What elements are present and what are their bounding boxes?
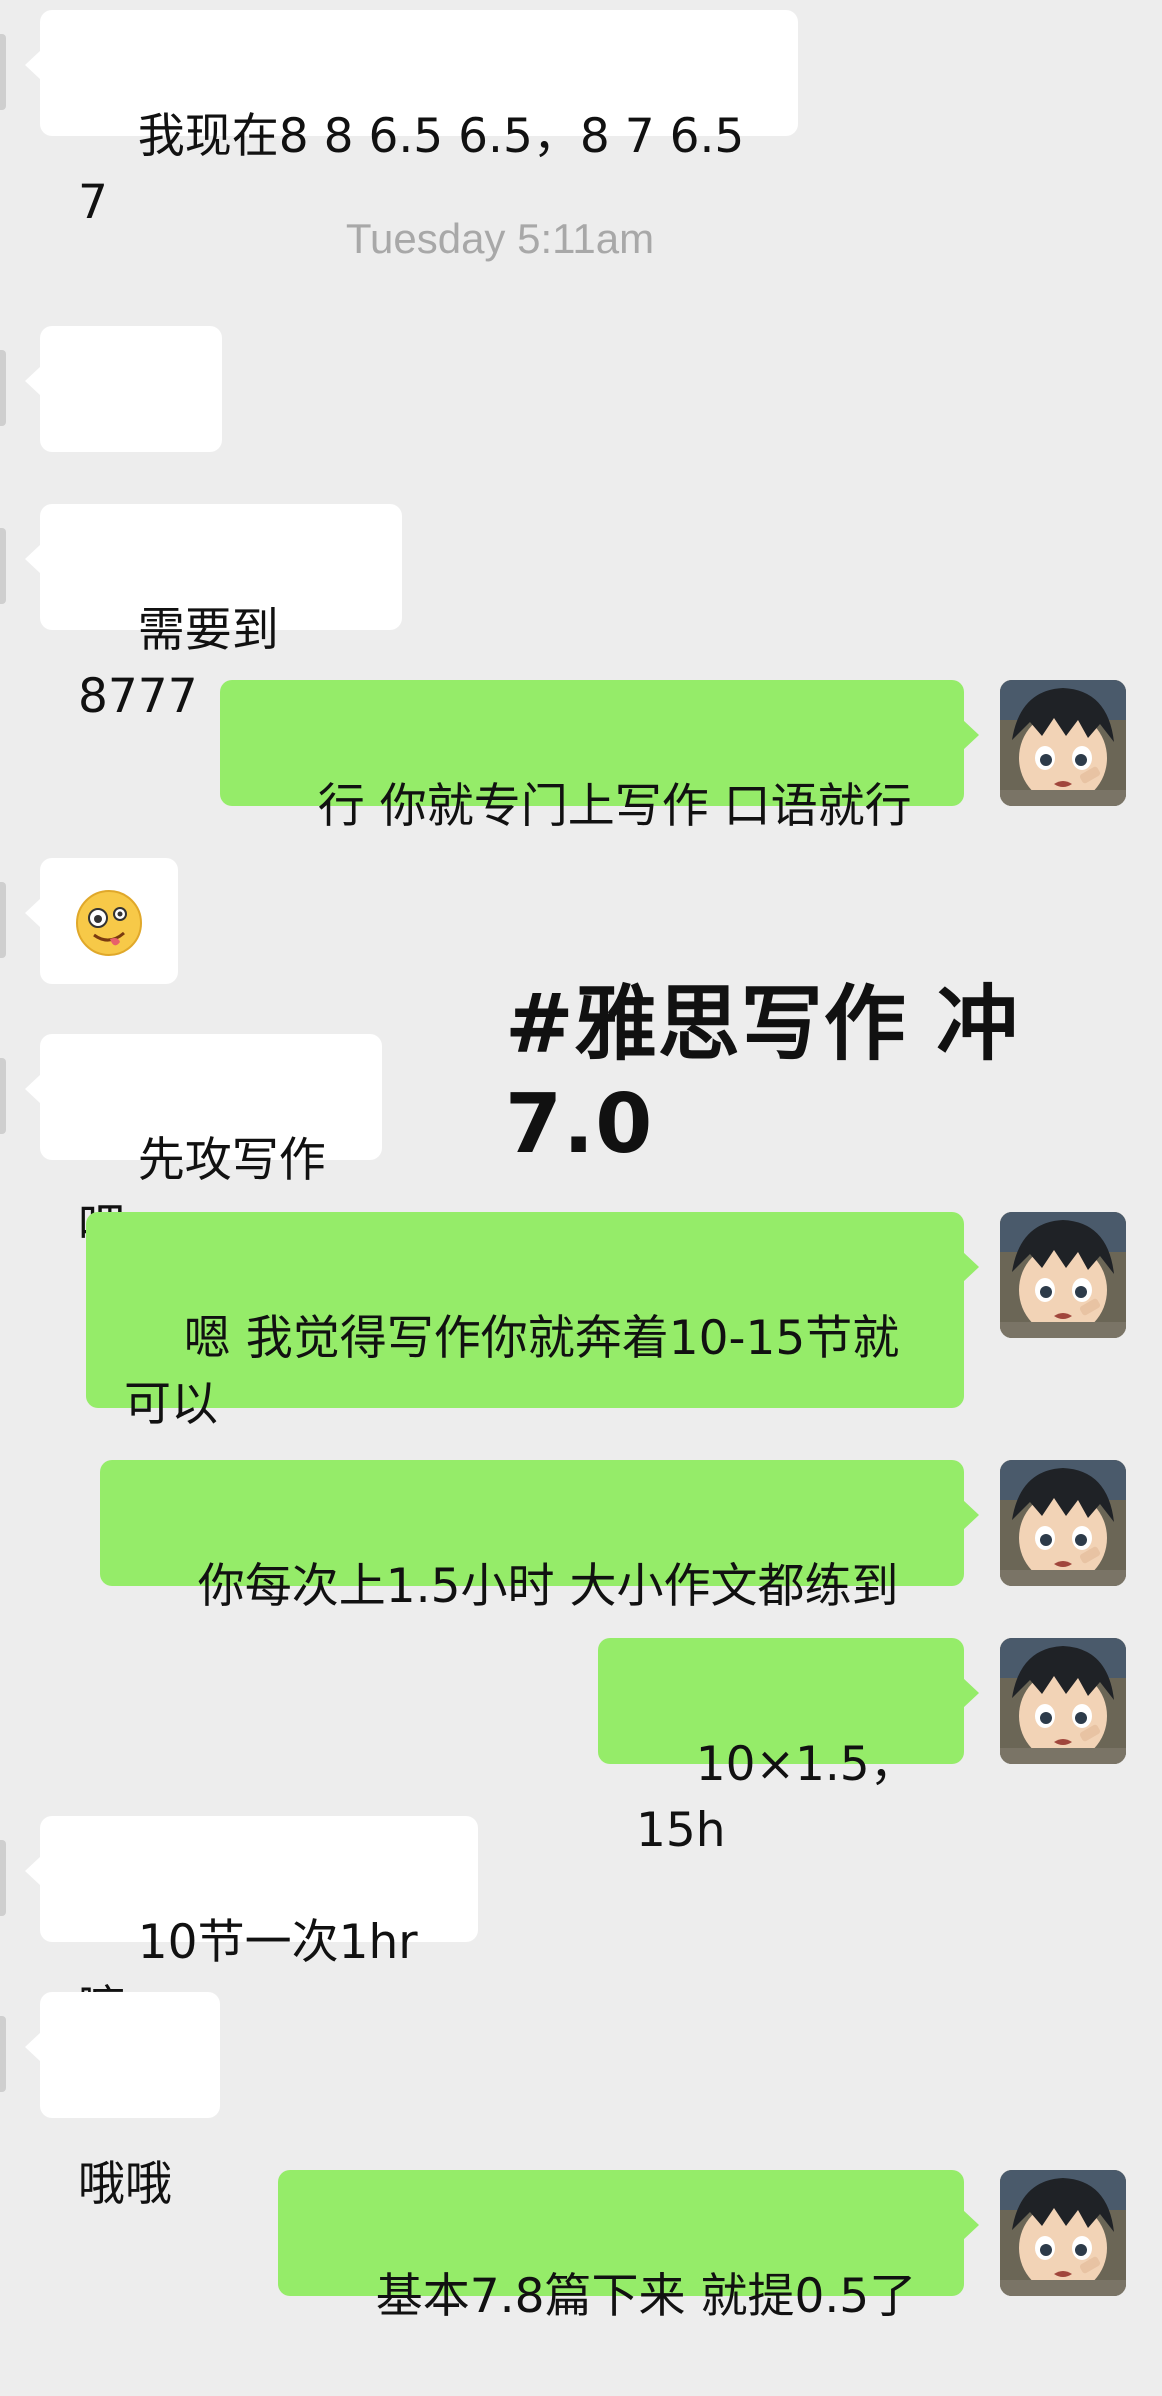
message-text: 我现在8 8 6.5 6.5，8 7 6.5 7 <box>78 109 760 230</box>
partner-avatar-edge[interactable] <box>0 2016 6 2092</box>
user-avatar[interactable] <box>1000 1460 1126 1586</box>
message-bubble-incoming[interactable]: 先攻写作吧 <box>25 1034 382 1254</box>
partner-avatar-edge[interactable] <box>0 882 6 958</box>
timestamp: Tuesday 5:11am <box>345 215 655 262</box>
message-text: 哦哦 <box>78 2157 172 2212</box>
message-text: 10×1.5，15h <box>636 1737 917 1858</box>
message-text: 你每次上1.5小时 大小作文都练到 <box>197 1559 899 1614</box>
partner-avatar-edge[interactable] <box>0 1058 6 1134</box>
anime-boy-avatar-icon <box>1000 1212 1126 1338</box>
message-bubble-incoming[interactable]: 需要到8777 <box>25 504 402 724</box>
zany-face-emoji-icon <box>76 890 142 956</box>
user-avatar[interactable] <box>1000 2170 1126 2296</box>
message-bubble-outgoing[interactable]: 行 你就专门上写作 口语就行 <box>220 680 979 834</box>
message-bubble-outgoing[interactable]: 10×1.5，15h <box>598 1638 979 1858</box>
message-bubble-incoming[interactable]: 哦哦 <box>25 1992 220 2212</box>
partner-avatar-edge[interactable] <box>0 350 6 426</box>
overlay-caption: #雅思写作 冲7.0 <box>505 977 1020 1172</box>
user-avatar[interactable] <box>1000 680 1126 806</box>
message-bubble-incoming[interactable]: 我现在8 8 6.5 6.5，8 7 6.5 7 <box>25 10 798 230</box>
message-text: 行 你就专门上写作 口语就行 <box>317 779 912 834</box>
message-bubble-outgoing[interactable]: 嗯 我觉得写作你就奔着10-15节就可以 <box>86 1212 979 1432</box>
anime-boy-avatar-icon <box>1000 1638 1126 1764</box>
user-avatar[interactable] <box>1000 1638 1126 1764</box>
message-bubble-outgoing[interactable]: 基本7.8篇下来 就提0.5了 <box>278 2170 979 2324</box>
anime-boy-avatar-icon <box>1000 2170 1126 2296</box>
chat-view[interactable]: 我现在8 8 6.5 6.5，8 7 6.5 7 Tuesday 5:11am … <box>0 0 1162 2324</box>
message-text: 嗯 我觉得写作你就奔着10-15节就可以 <box>124 1311 900 1432</box>
message-bubble-incoming[interactable] <box>25 858 178 984</box>
message-bubble-incoming[interactable]: 10节一次1hr嘛 <box>25 1816 478 2036</box>
message-text: 基本7.8篇下来 就提0.5了 <box>375 2269 917 2324</box>
anime-boy-avatar-icon <box>1000 1460 1126 1586</box>
partner-avatar-edge[interactable] <box>0 1840 6 1916</box>
partner-avatar-edge[interactable] <box>0 34 6 110</box>
message-bubble-incoming[interactable]: yess <box>25 326 222 546</box>
message-bubble-outgoing[interactable]: 你每次上1.5小时 大小作文都练到 <box>100 1460 979 1614</box>
user-avatar[interactable] <box>1000 1212 1126 1338</box>
anime-boy-avatar-icon <box>1000 680 1126 806</box>
partner-avatar-edge[interactable] <box>0 528 6 604</box>
